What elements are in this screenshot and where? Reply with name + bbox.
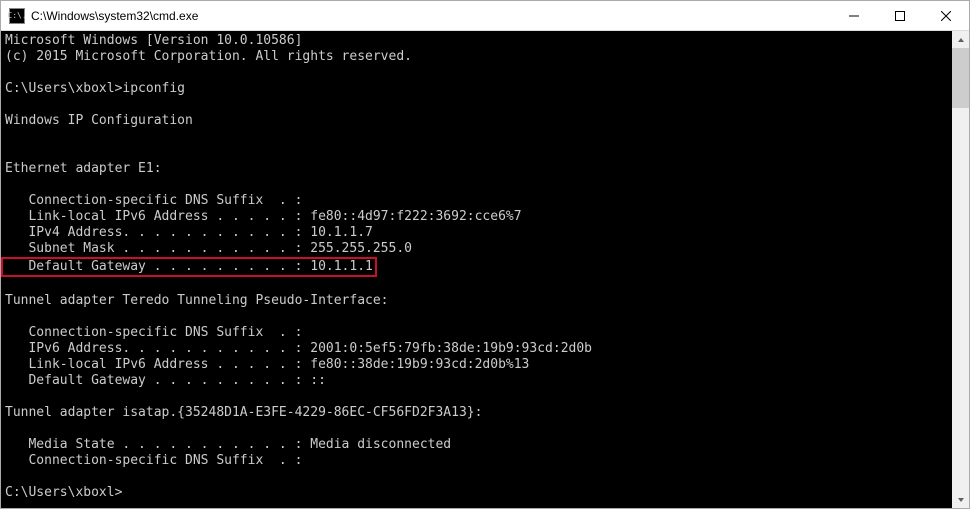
teredo-ipv6-address: IPv6 Address. . . . . . . . . . . : 2001… (5, 341, 948, 357)
window-titlebar: C:\. C:\Windows\system32\cmd.exe (1, 1, 969, 31)
close-button[interactable] (923, 1, 969, 30)
minimize-button[interactable] (831, 1, 877, 30)
default-gateway-highlight-box: Default Gateway . . . . . . . . . : 10.1… (1, 257, 377, 277)
ipconfig-header: Windows IP Configuration (5, 113, 948, 129)
vertical-scrollbar[interactable] (952, 31, 969, 508)
prompt-ipconfig: C:\Users\xboxl>ipconfig (5, 81, 948, 97)
e1-dns-suffix: Connection-specific DNS Suffix . : (5, 193, 948, 209)
teredo-dns-suffix: Connection-specific DNS Suffix . : (5, 325, 948, 341)
e1-subnet-mask: Subnet Mask . . . . . . . . . . . : 255.… (5, 241, 948, 257)
terminal-container: Microsoft Windows [Version 10.0.10586](c… (1, 31, 969, 508)
adapter-isatap-title: Tunnel adapter isatap.{35248D1A-E3FE-422… (5, 405, 948, 421)
maximize-button[interactable] (877, 1, 923, 30)
copyright-line: (c) 2015 Microsoft Corporation. All righ… (5, 49, 948, 65)
adapter-teredo-title: Tunnel adapter Teredo Tunneling Pseudo-I… (5, 293, 948, 309)
e1-ipv4-address: IPv4 Address. . . . . . . . . . . : 10.1… (5, 225, 948, 241)
window-title: C:\Windows\system32\cmd.exe (31, 9, 831, 23)
isatap-dns-suffix: Connection-specific DNS Suffix . : (5, 453, 948, 469)
teredo-link-local-ipv6: Link-local IPv6 Address . . . . . : fe80… (5, 357, 948, 373)
teredo-default-gateway: Default Gateway . . . . . . . . . : :: (5, 373, 948, 389)
isatap-media-state: Media State . . . . . . . . . . . : Medi… (5, 437, 948, 453)
adapter-e1-title: Ethernet adapter E1: (5, 161, 948, 177)
scroll-down-button[interactable] (952, 491, 969, 508)
cmd-icon: C:\. (9, 8, 25, 24)
window-controls (831, 1, 969, 30)
version-line: Microsoft Windows [Version 10.0.10586] (5, 33, 948, 49)
e1-default-gateway-highlight: Default Gateway . . . . . . . . . : 10.1… (5, 257, 948, 277)
scroll-thumb[interactable] (952, 48, 969, 108)
terminal-output[interactable]: Microsoft Windows [Version 10.0.10586](c… (1, 31, 952, 508)
prompt-idle: C:\Users\xboxl> (5, 485, 948, 501)
scroll-up-button[interactable] (952, 31, 969, 48)
e1-link-local-ipv6: Link-local IPv6 Address . . . . . : fe80… (5, 209, 948, 225)
